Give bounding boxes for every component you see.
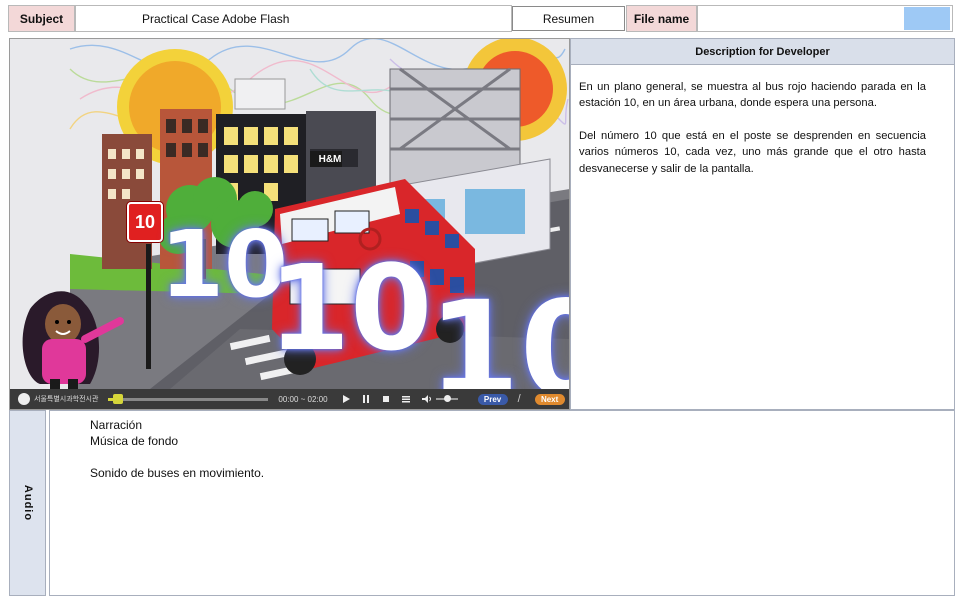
description-body: En un plano general, se muestra al bus r…: [570, 65, 955, 410]
color-swatch: [904, 7, 950, 30]
stop-icon[interactable]: [382, 395, 390, 403]
progress-bar[interactable]: [108, 393, 269, 404]
volume-handle[interactable]: [443, 395, 451, 402]
bus-sign-text: H&M: [318, 153, 342, 165]
audio-body: Narración Música de fondo Sonido de buse…: [49, 410, 955, 596]
animation-stage: H&M 10 10 10 10 서울특별시과학전시관 00:00 ~ 02:00…: [9, 38, 570, 410]
audio-line: Música de fondo: [90, 434, 179, 448]
floating-number-large: 10: [428, 273, 569, 389]
volume-slider[interactable]: [435, 395, 458, 402]
resumen-button[interactable]: Resumen: [512, 6, 625, 31]
floating-number-medium: 10: [268, 239, 433, 377]
museum-logo-icon: [18, 393, 30, 405]
subject-value: Practical Case Adobe Flash: [75, 5, 512, 32]
description-header: Description for Developer: [570, 38, 955, 65]
description-paragraph: En un plano general, se muestra al bus r…: [579, 81, 926, 110]
pause-icon[interactable]: [362, 395, 370, 403]
audio-line: Sonido de buses en movimiento.: [90, 466, 265, 480]
progress-handle[interactable]: [113, 393, 124, 404]
time-display: 00:00 ~ 02:00: [278, 394, 328, 404]
volume-icon[interactable]: [421, 395, 432, 403]
bus-stop-sign: 10: [127, 202, 163, 242]
scene-illustration: H&M 10 10 10 10: [10, 39, 569, 389]
audio-line: [90, 449, 914, 465]
player-controls: 서울특별시과학전시관 00:00 ~ 02:00 Prev / Next: [10, 389, 569, 409]
audio-label-cell: Audio: [9, 410, 46, 596]
next-button[interactable]: Next: [534, 393, 565, 405]
nav-separator: /: [517, 393, 521, 405]
museum-logo-text: 서울특별시과학전시관: [34, 396, 99, 403]
play-icon[interactable]: [342, 395, 350, 403]
audio-label: Audio: [21, 484, 34, 522]
description-paragraph: Del número 10 que está en el poste se de…: [579, 129, 926, 175]
subject-label: Subject: [8, 5, 75, 32]
audio-line: Narración: [90, 418, 143, 432]
menu-icon[interactable]: [401, 395, 410, 403]
prev-button[interactable]: Prev: [477, 393, 508, 405]
filename-label: File name: [626, 5, 697, 32]
